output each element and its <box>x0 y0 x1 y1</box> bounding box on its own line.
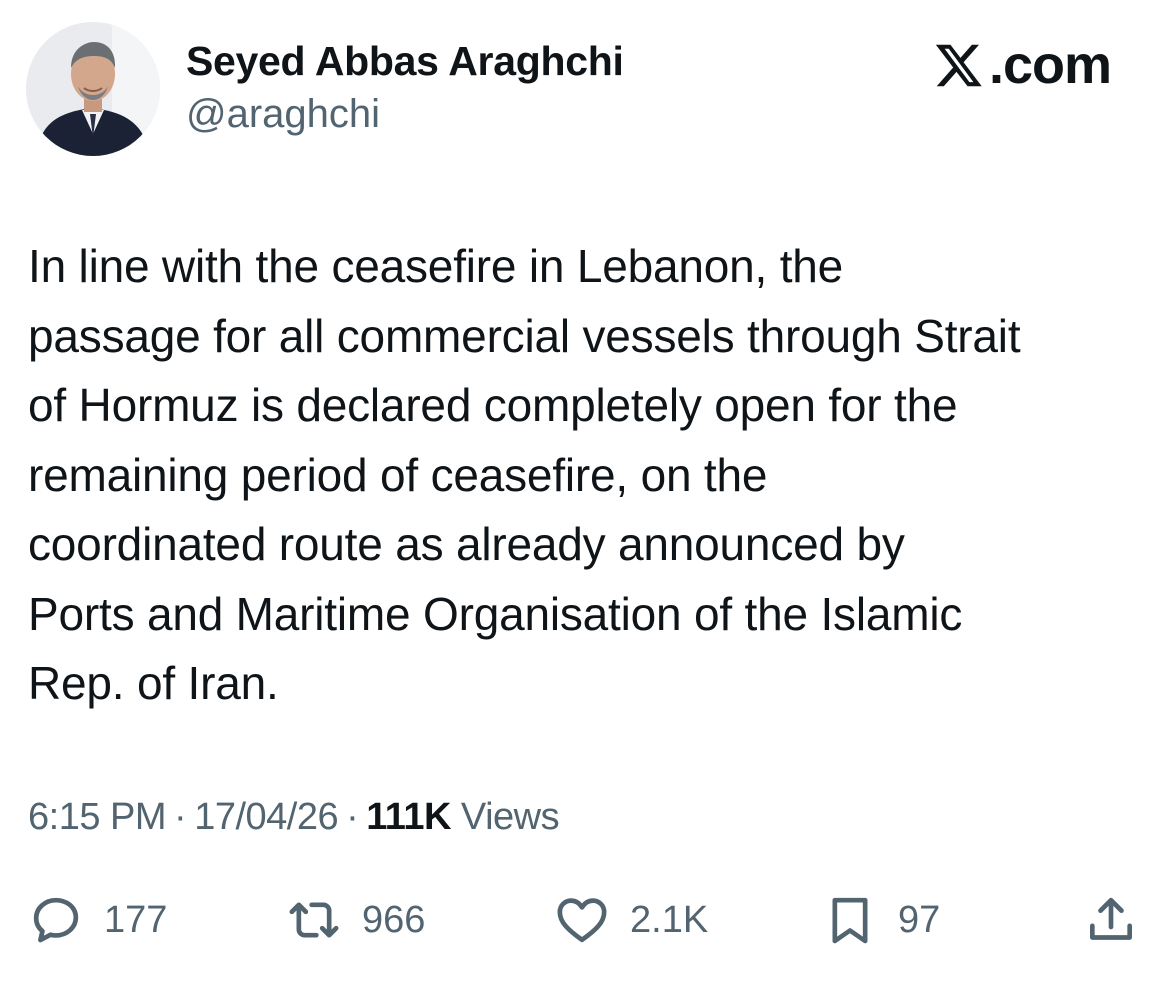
tweet-text: In line with the ceasefire in Lebanon, t… <box>28 240 1021 709</box>
views-count: 111K <box>366 796 451 838</box>
site-brand: .com <box>931 34 1112 96</box>
meta-separator: · <box>174 796 187 838</box>
retweet-button[interactable]: 966 <box>286 890 425 950</box>
bookmark-count: 97 <box>898 898 941 941</box>
bookmark-button[interactable]: 97 <box>822 890 940 950</box>
like-button[interactable]: 2.1K <box>554 890 708 950</box>
retweet-icon <box>289 902 339 938</box>
brand-domain: .com <box>988 35 1112 95</box>
share-icon <box>1090 897 1132 940</box>
reply-button[interactable]: 177 <box>28 890 167 950</box>
avatar-image <box>26 22 160 156</box>
share-button[interactable] <box>1083 890 1139 950</box>
views-label: Views <box>460 796 560 838</box>
bookmark-icon <box>832 897 868 944</box>
tweet-meta: 6:15 PM · 17/04/26 · 111K Views <box>28 796 560 839</box>
retweet-count: 966 <box>362 898 426 941</box>
like-count: 2.1K <box>630 898 709 941</box>
avatar[interactable] <box>26 22 160 156</box>
author-name[interactable]: Seyed Abbas Araghchi <box>186 38 624 85</box>
action-bar: 177 966 2.1K 97 <box>0 890 1169 960</box>
meta-separator: · <box>346 796 359 838</box>
tweet-date[interactable]: 17/04/26 <box>194 796 338 839</box>
tweet-card: Seyed Abbas Araghchi @araghchi .com In l… <box>0 0 1169 1002</box>
heart-icon <box>557 898 607 943</box>
author-handle[interactable]: @araghchi <box>186 92 380 137</box>
x-logo-icon <box>935 44 982 87</box>
tweet-time[interactable]: 6:15 PM <box>28 796 167 839</box>
reply-icon <box>33 897 79 943</box>
reply-count: 177 <box>104 898 168 941</box>
